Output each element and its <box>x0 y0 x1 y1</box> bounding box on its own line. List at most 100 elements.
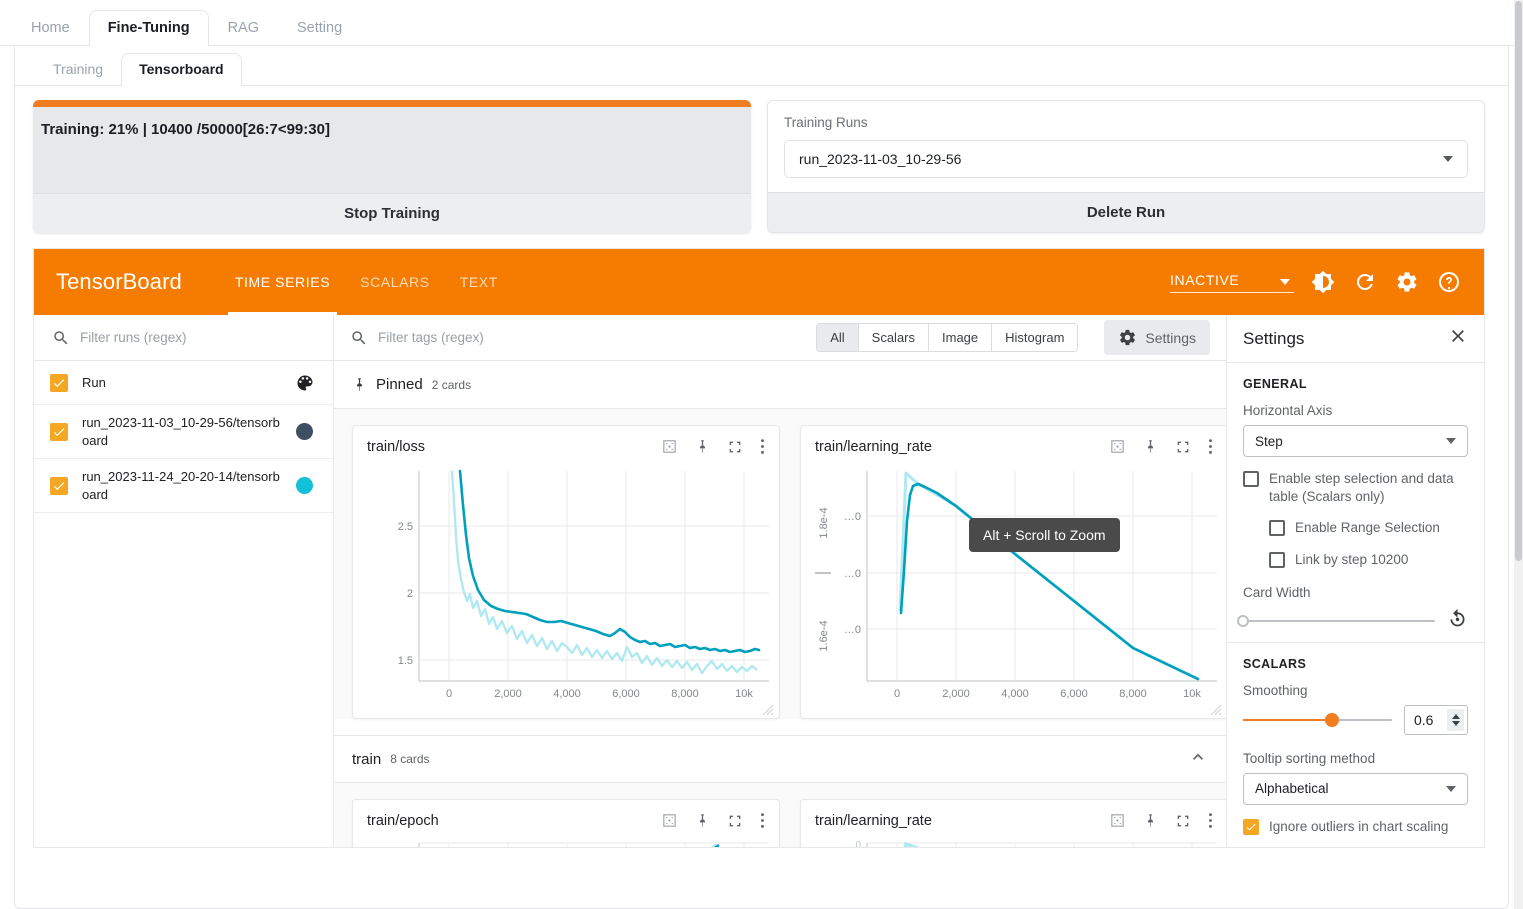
stop-training-button[interactable]: Stop Training <box>33 193 751 233</box>
checkbox-step-selection[interactable] <box>1243 471 1259 487</box>
svg-text:0: 0 <box>894 688 900 700</box>
checkbox-link-by-step-label: Link by step 10200 <box>1295 551 1408 569</box>
reload-status-select[interactable]: INACTIVE <box>1170 272 1294 293</box>
data-table-icon[interactable] <box>661 812 678 829</box>
fullscreen-icon[interactable] <box>1175 813 1191 829</box>
tb-nav-time-series[interactable]: TIME SERIES <box>220 249 345 315</box>
cards-scroll-area[interactable]: Pinned 2 cards train/loss <box>334 361 1226 848</box>
smoothing-stepper[interactable] <box>1447 709 1464 731</box>
tb-nav-scalars[interactable]: SCALARS <box>345 249 445 315</box>
data-table-icon[interactable] <box>661 438 678 455</box>
tb-nav-text[interactable]: TEXT <box>445 249 513 315</box>
chip-scalars[interactable]: Scalars <box>859 324 929 351</box>
open-settings-button[interactable]: Settings <box>1104 320 1210 355</box>
chart-train-learning-rate[interactable]: 1.8e-4 1.6e-4 …0 …0 …0 0 2,000 <box>805 461 1225 711</box>
pin-icon[interactable] <box>1143 439 1158 454</box>
run-item-1[interactable]: run_2023-11-24_20-20-14/tensorboard <box>34 459 333 513</box>
chip-histogram[interactable]: Histogram <box>992 324 1077 351</box>
smoothing-slider[interactable] <box>1243 711 1392 729</box>
group-header-train[interactable]: train 8 cards <box>334 735 1226 783</box>
tooltip-sort-select[interactable]: Alphabetical <box>1243 773 1468 805</box>
checkbox-link-by-step-row[interactable]: Link by step 10200 <box>1269 551 1468 569</box>
runs-header-row[interactable]: Run <box>34 361 333 405</box>
checkbox-step-selection-row[interactable]: Enable step selection and data table (Sc… <box>1243 470 1468 506</box>
data-table-icon[interactable] <box>1109 438 1126 455</box>
help-icon[interactable] <box>1436 269 1462 295</box>
run-item-0[interactable]: run_2023-11-03_10-29-56/tensorboard <box>34 405 333 459</box>
checkbox-range-selection-row[interactable]: Enable Range Selection <box>1269 519 1468 537</box>
group-header-pinned[interactable]: Pinned 2 cards <box>334 361 1226 409</box>
subtab-training[interactable]: Training <box>35 53 121 86</box>
chevron-up-icon[interactable] <box>1188 747 1208 772</box>
horizontal-axis-select[interactable]: Step <box>1243 425 1468 457</box>
checkbox-link-by-step[interactable] <box>1269 552 1285 568</box>
checkbox-ignore-outliers-label: Ignore outliers in chart scaling <box>1269 818 1448 836</box>
brightness-icon[interactable] <box>1310 269 1336 295</box>
svg-text:…0: …0 <box>845 840 861 848</box>
chart-train-loss[interactable]: 2.5 2 1.5 0 2,000 4,000 6,000 <box>357 461 777 711</box>
fullscreen-icon[interactable] <box>1175 439 1191 455</box>
runs-header-label: Run <box>82 374 281 392</box>
close-icon[interactable] <box>1448 326 1468 351</box>
chart-area[interactable]: 1.8e-4 1.6e-4 …0 …0 …0 0 2,000 <box>801 461 1226 718</box>
stepper-up-icon[interactable] <box>1452 714 1460 719</box>
filter-tags-row: Filter tags (regex) All Scalars Image Hi… <box>334 315 1226 361</box>
filter-tags-input[interactable]: Filter tags (regex) <box>378 330 484 345</box>
training-runs-body: Training Runs run_2023-11-03_10-29-56 <box>768 101 1484 192</box>
training-run-select[interactable]: run_2023-11-03_10-29-56 <box>784 140 1468 178</box>
palette-icon[interactable] <box>295 373 315 393</box>
app-root: Home Fine-Tuning RAG Setting Training Te… <box>0 0 1523 909</box>
settings-gear-icon <box>1118 328 1137 347</box>
tab-setting[interactable]: Setting <box>278 10 361 46</box>
chart-train-epoch[interactable]: _ <box>357 835 777 848</box>
chart-area[interactable]: _ <box>353 835 779 848</box>
page-scrollbar[interactable] <box>1514 0 1523 909</box>
stepper-down-icon[interactable] <box>1452 721 1460 726</box>
slider-knob[interactable] <box>1237 615 1249 627</box>
overflow-menu-icon[interactable] <box>1208 438 1213 455</box>
tab-home[interactable]: Home <box>12 10 89 46</box>
fullscreen-icon[interactable] <box>727 439 743 455</box>
settings-general-section: GENERAL Horizontal Axis Step Enable step… <box>1227 363 1484 642</box>
open-settings-label: Settings <box>1145 330 1196 346</box>
subtab-tensorboard[interactable]: Tensorboard <box>121 53 242 86</box>
refresh-icon[interactable] <box>1352 269 1378 295</box>
tab-fine-tuning[interactable]: Fine-Tuning <box>89 10 209 46</box>
chart-train-learning-rate-2[interactable]: …0 e-4 <box>805 835 1225 848</box>
chip-image[interactable]: Image <box>929 324 992 351</box>
tooltip-sort-value: Alphabetical <box>1255 781 1329 796</box>
data-table-icon[interactable] <box>1109 812 1126 829</box>
card-width-slider[interactable] <box>1243 612 1435 630</box>
delete-run-button[interactable]: Delete Run <box>768 192 1484 232</box>
chip-all[interactable]: All <box>817 324 858 351</box>
chart-area[interactable]: …0 e-4 <box>801 835 1226 848</box>
checkbox-step-selection-label: Enable step selection and data table (Sc… <box>1269 470 1468 506</box>
card-title: train/epoch <box>367 813 661 829</box>
pin-icon[interactable] <box>695 439 710 454</box>
filter-runs-input[interactable]: Filter runs (regex) <box>80 330 187 345</box>
filter-runs-row[interactable]: Filter runs (regex) <box>34 315 333 361</box>
overflow-menu-icon[interactable] <box>760 812 765 829</box>
pin-icon[interactable] <box>1143 813 1158 828</box>
run-checkbox-0[interactable] <box>50 423 68 441</box>
smoothing-input[interactable]: 0.6 <box>1404 705 1468 735</box>
resize-handle[interactable] <box>762 703 774 715</box>
card-actions <box>661 438 765 455</box>
page-scrollbar-thumb[interactable] <box>1515 1 1522 561</box>
pin-icon[interactable] <box>695 813 710 828</box>
checkbox-ignore-outliers[interactable] <box>1243 819 1259 835</box>
select-all-runs-checkbox[interactable] <box>50 374 68 392</box>
settings-gear-icon[interactable] <box>1394 269 1420 295</box>
checkbox-ignore-outliers-row[interactable]: Ignore outliers in chart scaling <box>1243 818 1468 836</box>
run-checkbox-1[interactable] <box>50 477 68 495</box>
overflow-menu-icon[interactable] <box>1208 812 1213 829</box>
slider-knob[interactable] <box>1325 713 1339 727</box>
checkbox-range-selection[interactable] <box>1269 520 1285 536</box>
tab-rag[interactable]: RAG <box>209 10 278 46</box>
reset-card-width-icon[interactable] <box>1447 608 1468 634</box>
chart-area[interactable]: 2.5 2 1.5 0 2,000 4,000 6,000 <box>353 461 779 718</box>
svg-text:1.5: 1.5 <box>398 655 413 667</box>
resize-handle[interactable] <box>1210 703 1222 715</box>
overflow-menu-icon[interactable] <box>760 438 765 455</box>
fullscreen-icon[interactable] <box>727 813 743 829</box>
